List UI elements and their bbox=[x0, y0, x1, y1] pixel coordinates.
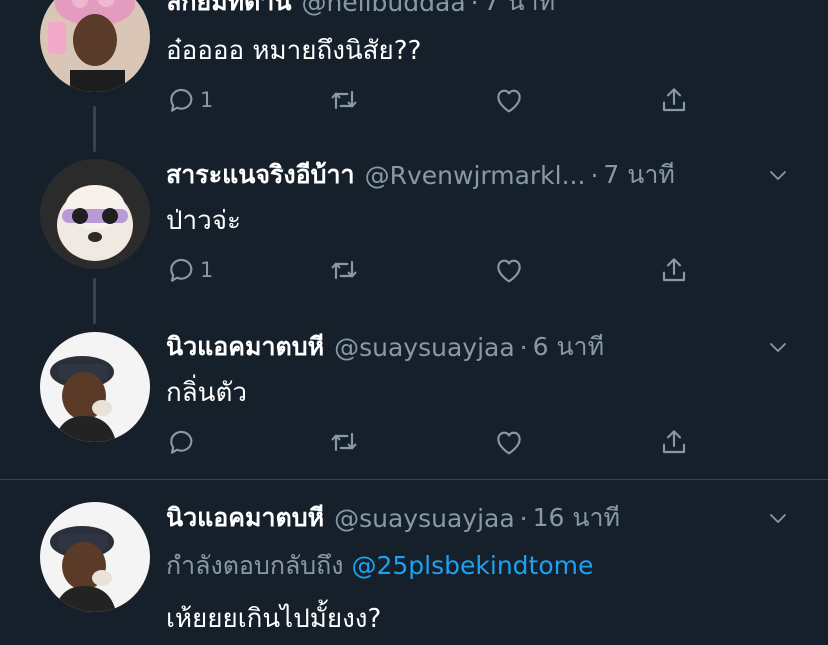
retweet-icon bbox=[328, 426, 360, 458]
display-name[interactable]: นิวแอคมาตบหี bbox=[166, 327, 324, 367]
separator: · bbox=[470, 0, 479, 17]
tweet[interactable]: ลักยิ้มที่ด่าน @hellbuddaa · 7 นาที อ๋ออ… bbox=[0, 0, 828, 150]
like-button[interactable] bbox=[493, 424, 525, 460]
tweet-actions: 1 bbox=[166, 252, 706, 288]
like-icon bbox=[493, 426, 525, 458]
retweet-button[interactable] bbox=[328, 424, 360, 460]
share-icon bbox=[658, 84, 690, 116]
timeline: ลักยิ้มที่ด่าน @hellbuddaa · 7 นาที อ๋ออ… bbox=[0, 0, 828, 645]
reply-icon bbox=[166, 84, 198, 116]
avatar[interactable] bbox=[40, 502, 150, 612]
share-button[interactable] bbox=[658, 82, 690, 118]
reply-button[interactable]: 1 bbox=[166, 252, 213, 288]
retweet-icon bbox=[328, 254, 360, 286]
retweet-icon bbox=[328, 84, 360, 116]
user-handle[interactable]: @Rvenwjrmarkl... bbox=[365, 161, 586, 190]
tweet-text: ป่าวจ่ะ bbox=[166, 206, 241, 236]
tweet-actions: 1 bbox=[166, 82, 706, 118]
tweet-header: สาระแนจริงอีบ้าา @Rvenwjrmarkl... · 7 นา… bbox=[166, 157, 808, 193]
reply-button[interactable]: 1 bbox=[166, 82, 213, 118]
timestamp[interactable]: 6 นาที bbox=[533, 327, 604, 367]
user-handle[interactable]: @suaysuayjaa bbox=[334, 504, 515, 533]
like-icon bbox=[493, 254, 525, 286]
chevron-down-icon[interactable] bbox=[766, 335, 790, 359]
like-button[interactable] bbox=[493, 252, 525, 288]
reply-button[interactable] bbox=[166, 424, 200, 460]
avatar[interactable] bbox=[40, 0, 150, 92]
chevron-down-icon[interactable] bbox=[766, 506, 790, 530]
tweet[interactable]: นิวแอคมาตบหี @suaysuayjaa · 6 นาที กลิ่น… bbox=[0, 322, 828, 478]
tweet-header: นิวแอคมาตบหี @suaysuayjaa · 16 นาที bbox=[166, 500, 808, 536]
display-name[interactable]: ลักยิ้มที่ด่าน bbox=[166, 0, 291, 22]
separator: · bbox=[519, 503, 528, 533]
retweet-button[interactable] bbox=[328, 252, 360, 288]
share-button[interactable] bbox=[658, 424, 690, 460]
share-icon bbox=[658, 426, 690, 458]
reply-icon bbox=[166, 426, 198, 458]
user-handle[interactable]: @suaysuayjaa bbox=[334, 333, 515, 362]
separator: · bbox=[590, 160, 599, 190]
mention-link[interactable]: @25plsbekindtome bbox=[352, 551, 594, 580]
tweet-text: เห้ยยยเกินไปมั้ยงง? bbox=[166, 604, 382, 634]
reply-count: 1 bbox=[200, 258, 214, 282]
avatar[interactable] bbox=[40, 159, 150, 269]
like-button[interactable] bbox=[493, 82, 525, 118]
share-button[interactable] bbox=[658, 252, 690, 288]
timestamp[interactable]: 7 นาที bbox=[603, 155, 674, 195]
tweet-header: ลักยิ้มที่ด่าน @hellbuddaa · 7 นาที bbox=[166, 0, 808, 20]
user-handle[interactable]: @hellbuddaa bbox=[301, 0, 465, 17]
display-name[interactable]: สาระแนจริงอีบ้าา bbox=[166, 155, 355, 195]
share-icon bbox=[658, 254, 690, 286]
replying-to: กำลังตอบกลับถึง @25plsbekindtome bbox=[166, 546, 593, 586]
tweet[interactable]: สาระแนจริงอีบ้าา @Rvenwjrmarkl... · 7 นา… bbox=[0, 152, 828, 322]
tweet-text: กลิ่นตัว bbox=[166, 378, 247, 408]
retweet-button[interactable] bbox=[328, 82, 360, 118]
chevron-down-icon[interactable] bbox=[766, 163, 790, 187]
like-icon bbox=[493, 84, 525, 116]
reply-icon bbox=[166, 254, 198, 286]
reply-count: 1 bbox=[200, 88, 214, 112]
timestamp[interactable]: 16 นาที bbox=[533, 498, 620, 538]
tweet-actions bbox=[166, 424, 706, 460]
timestamp[interactable]: 7 นาที bbox=[484, 0, 555, 22]
replying-to-label: กำลังตอบกลับถึง bbox=[166, 551, 344, 580]
display-name[interactable]: นิวแอคมาตบหี bbox=[166, 498, 324, 538]
tweet-header: นิวแอคมาตบหี @suaysuayjaa · 6 นาที bbox=[166, 329, 808, 365]
avatar[interactable] bbox=[40, 332, 150, 442]
separator: · bbox=[519, 332, 528, 362]
tweet-text: อ๋ออออ หมายถึงนิสัย?? bbox=[166, 36, 422, 66]
tweet[interactable]: นิวแอคมาตบหี @suaysuayjaa · 16 นาที กำลั… bbox=[0, 480, 828, 645]
